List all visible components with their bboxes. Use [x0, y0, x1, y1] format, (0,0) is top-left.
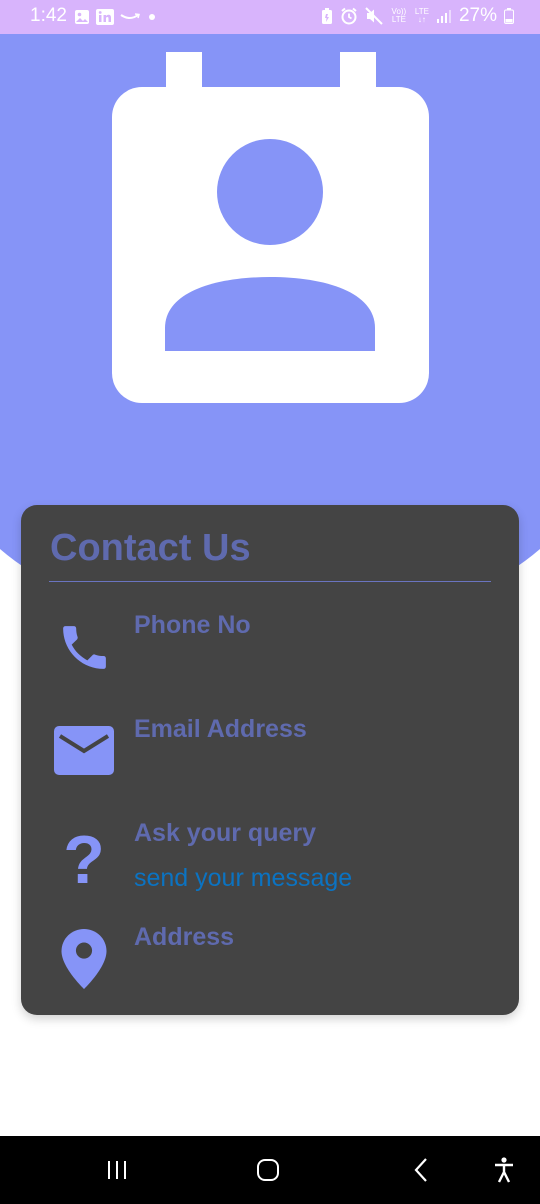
status-bar: 1:42 Vo)) LTE LTE ↓↑ 27% [0, 0, 540, 34]
battery-percentage: 27% [458, 5, 497, 26]
gallery-icon [75, 10, 89, 24]
volte-icon: Vo)) LTE [391, 7, 407, 24]
accessibility-button[interactable] [482, 1136, 526, 1204]
dot-icon [149, 14, 155, 20]
navigation-bar [0, 1136, 540, 1204]
status-left-icons [74, 8, 156, 26]
home-icon [257, 1159, 279, 1181]
address-label: Address [134, 923, 235, 951]
back-button[interactable] [396, 1136, 446, 1204]
amazon-icon [120, 13, 140, 19]
svg-text:?: ? [65, 827, 103, 887]
alarm-icon [341, 7, 357, 25]
phone-label: Phone No [134, 611, 251, 639]
query-label: Ask your query [134, 819, 317, 847]
signal-icon [436, 10, 451, 23]
battery-icon [504, 8, 514, 24]
status-right-icons: Vo)) LTE LTE ↓↑ 27% [321, 5, 514, 27]
back-icon [414, 1158, 427, 1182]
question-icon: ? [65, 827, 103, 887]
title-divider [49, 581, 491, 582]
home-button[interactable] [243, 1136, 293, 1204]
phone-icon [63, 626, 106, 669]
email-icon [54, 726, 114, 775]
card-title: Contact Us [50, 527, 251, 569]
send-message-link[interactable]: send your message [134, 864, 352, 893]
mute-icon [365, 7, 383, 25]
contact-card-icon [112, 52, 429, 403]
recent-apps-button[interactable] [92, 1136, 142, 1204]
lte-icon: LTE ↓↑ [414, 7, 429, 24]
recent-apps-icon [108, 1161, 126, 1179]
linkedin-icon [96, 9, 114, 25]
contact-card: Contact Us Phone No Email Address ? Ask … [21, 505, 519, 1015]
accessibility-icon [495, 1157, 513, 1183]
email-label: Email Address [134, 715, 307, 743]
status-time: 1:42 [30, 5, 67, 26]
battery-saver-icon [321, 8, 332, 24]
location-icon [61, 929, 107, 989]
